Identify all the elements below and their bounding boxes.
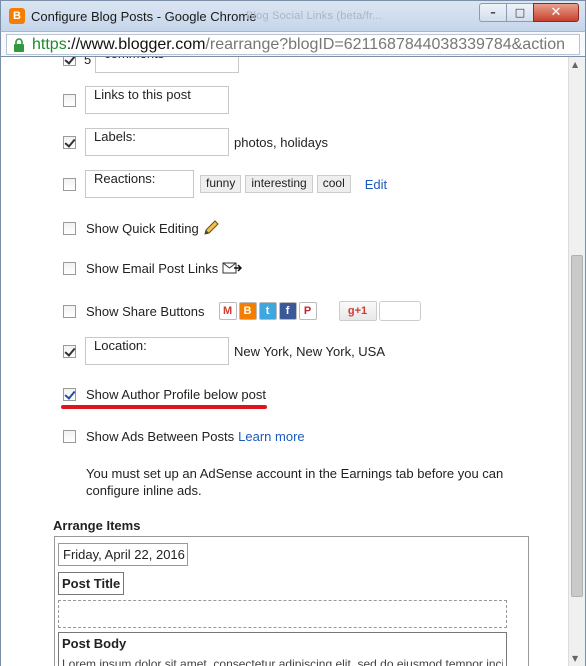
- scroll-thumb[interactable]: [571, 255, 583, 597]
- scroll-up-arrow-icon[interactable]: ▲: [572, 60, 578, 69]
- window-titlebar[interactable]: B Configure Blog Posts - Google Chrome B…: [0, 0, 586, 31]
- url-scheme: https: [32, 36, 67, 53]
- post-body-label: Post Body: [62, 636, 127, 651]
- close-button[interactable]: ✕: [533, 3, 579, 22]
- post-body-preview: Lorem ipsum dolor sit amet, consectetur …: [62, 657, 503, 666]
- option-quick-editing: Show Quick Editing: [63, 216, 220, 240]
- url-field[interactable]: https://www.blogger.com/rearrange?blogID…: [6, 34, 580, 55]
- comments-checkbox[interactable]: [63, 57, 76, 66]
- url-host: ://www.blogger.com: [66, 36, 206, 53]
- google-plus-g-icon: g: [347, 305, 355, 317]
- option-ads-between-posts: Show Ads Between Posts Learn more: [63, 424, 305, 448]
- background-tabs: Blog Social Links (beta/fr...: [246, 10, 383, 22]
- minimize-button[interactable]: –: [479, 3, 506, 22]
- comments-count: 5: [84, 57, 92, 67]
- location-value: New York, New York, USA: [234, 343, 386, 359]
- pencil-icon: [204, 220, 219, 235]
- drop-zone[interactable]: [58, 600, 507, 628]
- email-links-label: Show Email Post Links: [86, 260, 219, 276]
- labels-field[interactable]: Labels:: [85, 128, 229, 156]
- date-header-item[interactable]: Friday, April 22, 2016: [58, 543, 188, 566]
- learn-more-link[interactable]: Learn more: [238, 429, 304, 444]
- author-profile-label: Show Author Profile below post: [86, 386, 266, 402]
- quick-editing-checkbox[interactable]: [63, 221, 76, 235]
- reaction-tag: interesting: [245, 175, 313, 193]
- post-body-item[interactable]: Post Body Lorem ipsum dolor sit amet, co…: [58, 632, 507, 666]
- share-buttons-checkbox[interactable]: [63, 304, 76, 318]
- reactions-field[interactable]: Reactions:: [85, 170, 194, 198]
- vertical-scrollbar[interactable]: ▲ ▼: [568, 57, 585, 666]
- quick-editing-label: Show Quick Editing: [86, 220, 199, 236]
- option-comments: 5 comments: [63, 57, 240, 73]
- location-checkbox[interactable]: [63, 344, 76, 358]
- links-to-post-field[interactable]: Links to this post: [85, 86, 229, 114]
- lock-icon: [14, 38, 24, 52]
- maximize-button[interactable]: □: [506, 3, 533, 22]
- window-title: Configure Blog Posts - Google Chrome: [31, 9, 257, 24]
- google-plus-label: +1: [354, 305, 368, 317]
- option-share-buttons: Show Share Buttons M B t f P g+1: [63, 299, 421, 323]
- google-plus-count: [378, 301, 421, 321]
- url-text: https://www.blogger.com/rearrange?blogID…: [32, 36, 565, 54]
- option-email-links: Show Email Post Links: [63, 256, 243, 280]
- blogger-icon: B: [9, 8, 25, 24]
- ads-between-posts-checkbox[interactable]: [63, 429, 76, 443]
- option-labels: Labels: photos, holidays: [63, 128, 328, 156]
- location-field[interactable]: Location:: [85, 337, 229, 365]
- author-profile-checkbox[interactable]: [63, 387, 76, 401]
- reaction-tag: funny: [200, 175, 242, 193]
- dialog-content: 5 comments Links to this post Labels: ph…: [0, 57, 586, 666]
- ads-between-posts-label: Show Ads Between Posts: [86, 428, 235, 444]
- reactions-edit-link[interactable]: Edit: [365, 177, 387, 192]
- option-links-to-post: Links to this post: [63, 86, 229, 114]
- option-author-profile: Show Author Profile below post: [63, 382, 266, 406]
- address-bar: https://www.blogger.com/rearrange?blogID…: [0, 31, 586, 57]
- scroll-down-arrow-icon[interactable]: ▼: [572, 654, 578, 663]
- labels-value: photos, holidays: [234, 134, 328, 150]
- gmail-icon[interactable]: M: [218, 302, 237, 320]
- pinterest-icon[interactable]: P: [298, 302, 317, 320]
- option-reactions: Reactions: funny interesting cool Edit: [63, 170, 387, 198]
- reaction-tag: cool: [316, 175, 351, 193]
- facebook-icon[interactable]: f: [278, 302, 297, 320]
- post-title-item[interactable]: Post Title: [58, 572, 124, 595]
- highlight-underline: [61, 405, 267, 409]
- email-links-checkbox[interactable]: [63, 261, 76, 275]
- links-to-post-checkbox[interactable]: [63, 93, 76, 107]
- arrange-items-box: Friday, April 22, 2016 Post Title Post B…: [54, 536, 529, 666]
- share-buttons-label: Show Share Buttons: [86, 303, 205, 319]
- reactions-checkbox[interactable]: [63, 177, 76, 191]
- url-path: /rearrange?blogID=6211687844038339784&ac…: [205, 36, 565, 53]
- comments-field[interactable]: comments: [95, 57, 240, 73]
- labels-checkbox[interactable]: [63, 135, 76, 149]
- option-location: Location: New York, New York, USA: [63, 337, 386, 365]
- blogger-share-icon[interactable]: B: [238, 302, 257, 320]
- twitter-icon[interactable]: t: [258, 302, 277, 320]
- google-plus-button[interactable]: g+1: [338, 301, 377, 321]
- email-icon: [222, 262, 243, 274]
- adsense-note: You must set up an AdSense account in th…: [86, 466, 504, 498]
- arrange-items-title: Arrange Items: [53, 518, 141, 533]
